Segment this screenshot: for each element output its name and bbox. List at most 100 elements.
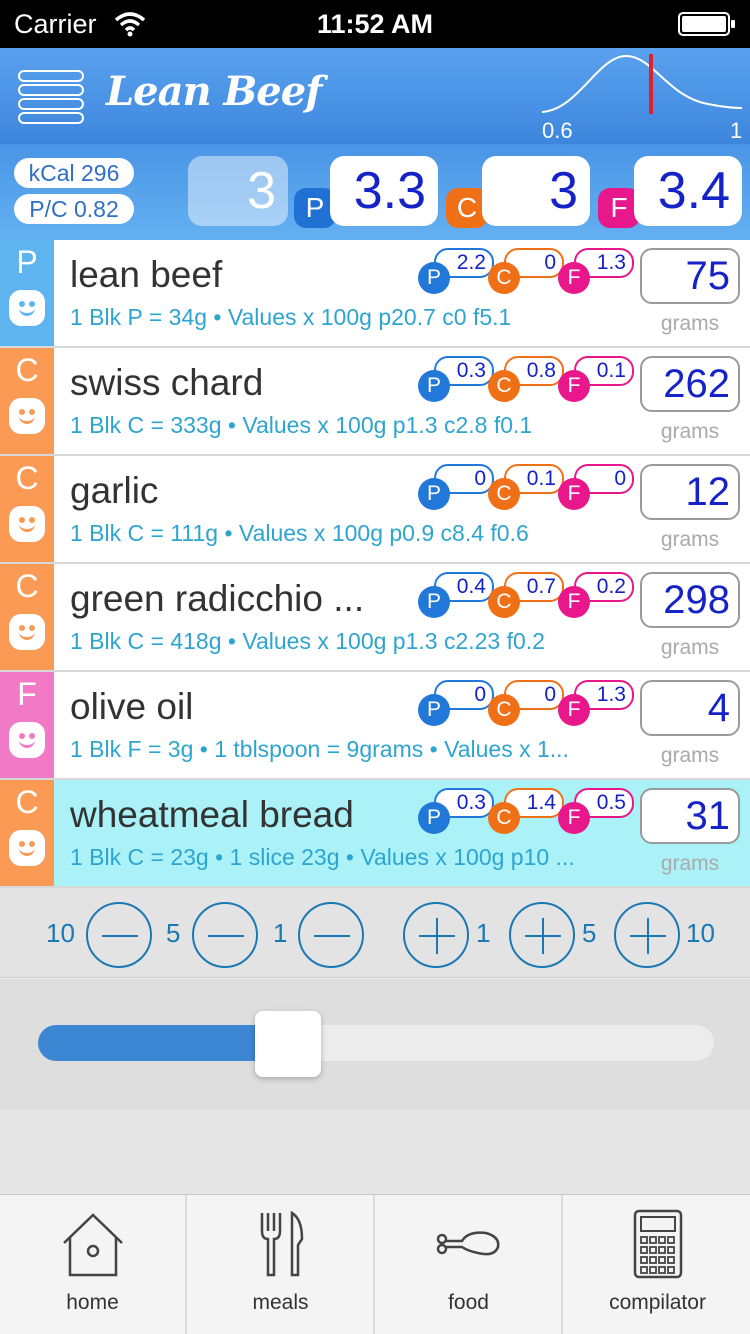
slider-thumb[interactable] [255,1011,322,1077]
tab-label: food [448,1291,489,1314]
food-type-tab: C [0,564,54,670]
empty-area [0,1109,750,1194]
tab-food[interactable]: food [376,1195,563,1334]
pc-ratio-badge: P/C 0.82 [14,194,134,224]
carb-dot-icon: C [488,802,520,834]
tab-home[interactable]: home [0,1195,187,1334]
tab-bar: home meals food compilator [0,1194,750,1334]
food-description: 1 Blk C = 333g • Values x 100g p1.3 c2.8… [70,412,533,438]
fork-knife-icon [260,1210,303,1277]
tab-meals[interactable]: meals [188,1195,375,1334]
quantity-slider-area [0,979,750,1109]
food-name: olive oil [70,686,194,727]
carb-dot-icon: C [488,586,520,618]
food-description: 1 Blk P = 34g • Values x 100g p20.7 c0 f… [70,304,512,330]
grams-label: grams [660,636,720,659]
calculator-icon [633,1209,682,1279]
food-description: 1 Blk F = 3g • 1 tblspoon = 9grams • Val… [70,736,569,762]
food-row[interactable]: C garlic 1 Blk C = 111g • Values x 100g … [0,456,750,564]
plus-1-button[interactable] [403,902,469,968]
plus-5-label: 5 [582,918,597,948]
curve-max-label: 1 [730,118,742,142]
carb-dot-icon: C [488,370,520,402]
food-type-tab: C [0,456,54,562]
face-icon [9,398,45,434]
food-type-tab: F [0,672,54,778]
carb-dot-icon: C [488,262,520,294]
food-row[interactable]: C wheatmeal bread 1 Blk C = 23g • 1 slic… [0,780,750,888]
minus-1-button[interactable] [298,902,364,968]
drumstick-icon [436,1231,499,1256]
grams-label: grams [660,528,720,551]
food-row[interactable]: C swiss chard 1 Blk C = 333g • Values x … [0,348,750,456]
tab-label: meals [252,1291,309,1314]
grams-label: grams [660,312,720,335]
minus-icon [314,935,350,937]
face-icon [9,614,45,650]
carb-blocks: 3 [482,156,590,226]
grams-input[interactable]: 31 [640,788,740,844]
grams-input[interactable]: 298 [640,572,740,628]
house-icon [62,1213,123,1277]
tab-label: compilator [609,1291,706,1314]
minus-10-button[interactable] [86,902,152,968]
food-name: swiss chard [70,362,264,403]
tab-label: home [66,1291,119,1314]
status-bar: Carrier 11:52 AM [0,0,750,48]
minus-1-label: 1 [273,918,288,948]
food-name: lean beef [70,254,223,295]
food-type-letter: F [17,676,37,712]
grams-input[interactable]: 75 [640,248,740,304]
fat-dot-icon: F [558,370,590,402]
protein-dot-icon: P [418,478,450,510]
kcal-badge: kCal 296 [14,158,134,188]
food-type-tab: C [0,348,54,454]
grams-input[interactable]: 262 [640,356,740,412]
protein-blocks: 3.3 [330,156,438,226]
food-type-letter: C [15,352,39,388]
slider-fill [38,1025,289,1061]
minus-5-label: 5 [166,918,181,948]
carb-dot-icon: C [488,694,520,726]
food-type-letter: C [15,784,39,820]
hamburger-menu-icon[interactable] [18,70,84,124]
step-controls: 10 5 1 1 5 10 [0,888,750,978]
grams-input[interactable]: 12 [640,464,740,520]
page-title: Lean Beef [106,68,322,115]
grams-input[interactable]: 4 [640,680,740,736]
minus-10-label: 10 [46,918,75,948]
food-row[interactable]: F olive oil 1 Blk F = 3g • 1 tblspoon = … [0,672,750,780]
food-list: P lean beef 1 Blk P = 34g • Values x 100… [0,240,750,888]
protein-dot-icon: P [418,262,450,294]
protein-dot-icon: P [418,694,450,726]
food-row[interactable]: C green radicchio ... 1 Blk C = 418g • V… [0,564,750,672]
grams-label: grams [660,744,720,767]
fat-dot-icon: F [558,478,590,510]
grams-label: grams [660,852,720,875]
fat-blocks: 3.4 [634,156,742,226]
food-row[interactable]: P lean beef 1 Blk P = 34g • Values x 100… [0,240,750,348]
clock: 11:52 AM [316,9,434,39]
plus-10-label: 10 [686,918,715,948]
plus-5-button[interactable] [509,902,575,968]
total-blocks: 3 [188,156,288,226]
plus-10-button[interactable] [614,902,680,968]
carb-dot-icon: C [488,478,520,510]
food-description: 1 Blk C = 418g • Values x 100g p1.3 c2.2… [70,628,545,654]
minus-icon [208,935,244,937]
fat-dot-icon: F [558,262,590,294]
tab-compilator[interactable]: compilator [564,1195,750,1334]
battery-icon [678,12,735,36]
fat-dot-icon: F [558,586,590,618]
face-icon [9,722,45,758]
face-icon [9,290,45,326]
food-type-tab: P [0,240,54,346]
fat-dot-icon: F [558,802,590,834]
protein-dot-icon: P [418,370,450,402]
protein-dot-icon: P [418,802,450,834]
minus-icon [102,935,138,937]
face-icon [9,830,45,866]
minus-5-button[interactable] [192,902,258,968]
nav-header: Lean Beef 0.6 1 [0,48,750,144]
protein-dot-icon: P [418,586,450,618]
